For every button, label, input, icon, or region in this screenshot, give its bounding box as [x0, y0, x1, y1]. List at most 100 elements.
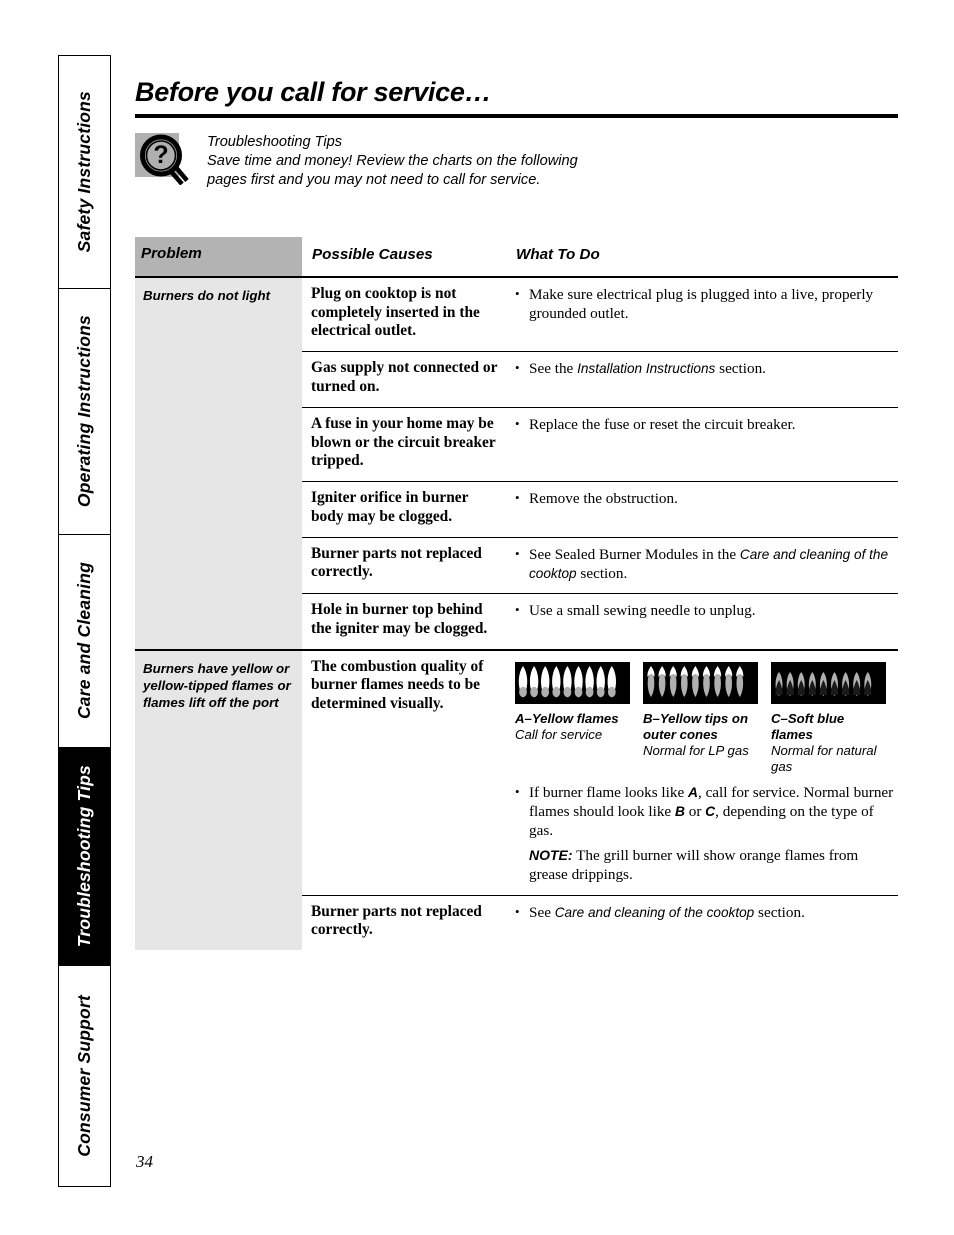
magnifier-question-icon: ? — [135, 132, 189, 185]
table-body: Burners do not light Plug on cooktop is n… — [135, 277, 898, 951]
note-text: The grill burner will show orange flames… — [529, 847, 859, 884]
bullet-icon: • — [515, 903, 520, 919]
section-tab-strip: Safety Instructions Operating Instruction… — [58, 55, 111, 1187]
problem-group: Burners have yellow or yellow-tipped fla… — [135, 650, 898, 951]
flame-letter-reference: A — [688, 784, 698, 800]
bullet-icon: • — [515, 415, 520, 431]
flame-letter-reference: C — [705, 804, 716, 820]
table-row: Gas supply not connected or turned on. • S… — [302, 351, 898, 407]
problem-cell: Burners have yellow or yellow-tipped fla… — [135, 650, 302, 951]
page-number: 34 — [136, 1152, 153, 1171]
column-header-possible-causes: Possible Causes — [312, 245, 433, 263]
sidebar-tab-label: Safety Instructions — [74, 91, 94, 253]
flame-figure-flame-b: B–Yellow tips on outer cones Normal for L… — [643, 661, 758, 775]
what-to-do-bullet: • Remove the obstruction. — [515, 489, 894, 508]
bullet-icon: • — [515, 601, 520, 617]
svg-text:?: ? — [153, 141, 168, 169]
possible-cause-cell: Burner parts not replaced correctly. — [302, 896, 515, 951]
note-indent-spacer — [515, 846, 529, 884]
flame-b-illustration — [643, 661, 758, 704]
bullet-icon: • — [515, 360, 520, 376]
sidebar-tab-label: Troubleshooting Tips — [74, 765, 94, 948]
possible-cause-cell: Burner parts not replaced correctly. — [302, 538, 515, 593]
table-row: Burner parts not replaced correctly. • See… — [302, 894, 898, 951]
table-header-row: Problem Possible Causes What To Do — [135, 236, 898, 278]
what-to-do-bullet: • See the Installation Instructions secti… — [515, 359, 894, 378]
problem-group: Burners do not light Plug on cooktop is n… — [135, 277, 898, 651]
note-callout: NOTE: The grill burner will show orange … — [515, 846, 894, 884]
what-to-do-text: See Sealed Burner Modules in the Care an… — [529, 545, 889, 582]
flame-caption-title: A–Yellow flames — [515, 710, 619, 726]
tips-line-2: Save time and money! Review the charts o… — [207, 153, 578, 170]
what-to-do-bullet: • See Sealed Burner Modules in the Care a… — [515, 545, 894, 583]
what-to-do-text: See Care and cleaning of the cooktop sec… — [529, 903, 805, 921]
what-to-do-text: Make sure electrical plug is plugged int… — [529, 285, 874, 322]
what-to-do-text: Use a small sewing needle to unplug. — [529, 601, 756, 619]
flame-caption-subtitle: Normal for LP gas — [643, 742, 749, 758]
table-row: Burner parts not replaced correctly. • See… — [302, 536, 898, 593]
possible-cause-text: Gas supply not connected or turned on. — [311, 359, 498, 395]
bullet-icon: • — [515, 285, 520, 301]
possible-cause-cell: Gas supply not connected or turned on. — [302, 352, 515, 407]
possible-cause-text: Burner parts not replaced correctly. — [311, 902, 482, 939]
what-to-do-bullet: • Replace the fuse or reset the circuit b… — [515, 415, 894, 434]
possible-cause-text: Igniter orifice in burner body may be cl… — [311, 489, 469, 525]
flame-caption-subtitle: Normal for natural gas — [771, 742, 877, 774]
flame-letter-reference: B — [674, 804, 685, 820]
sidebar-tab-label: Care and Cleaning — [74, 562, 94, 720]
what-to-do-text: Replace the fuse or reset the circuit br… — [529, 415, 796, 433]
table-row: Igniter orifice in burner body may be cl… — [302, 481, 898, 537]
possible-cause-text: A fuse in your home may be blown or the … — [311, 414, 496, 470]
sidebar-tab-label: Operating Instructions — [74, 315, 94, 508]
problem-label: Burners have yellow or yellow-tipped fla… — [143, 660, 291, 710]
bullet-icon: • — [515, 783, 520, 799]
troubleshooting-table: Problem Possible Causes What To Do Burne… — [135, 236, 898, 951]
possible-cause-cell: Hole in burner top behind the igniter ma… — [302, 594, 515, 649]
tips-line-1: Troubleshooting Tips — [207, 133, 343, 150]
flame-a-illustration — [515, 661, 630, 704]
flame-c-illustration — [771, 661, 886, 704]
reference-section-name: Installation Instructions — [577, 361, 716, 377]
note-label: NOTE: — [529, 847, 573, 864]
sidebar-tab-care-and-cleaning[interactable]: Care and Cleaning — [59, 535, 110, 748]
possible-cause-text: Plug on cooktop is not completely insert… — [311, 284, 480, 340]
what-to-do-bullet: • Use a small sewing needle to unplug. — [515, 601, 894, 620]
reference-section-name: Care and cleaning of the cooktop — [554, 904, 755, 920]
possible-cause-cell: The combustion quality of burner flames … — [302, 651, 515, 895]
problem-cell: Burners do not light — [135, 277, 302, 649]
what-to-do-bullet: • See Care and cleaning of the cooktop se… — [515, 903, 894, 922]
sidebar-tab-safety-instructions[interactable]: Safety Instructions — [59, 56, 110, 289]
reference-section-name: Care and cleaning of the cooktop — [529, 546, 889, 581]
problem-label: Burners do not light — [143, 287, 271, 303]
possible-cause-cell: Igniter orifice in burner body may be cl… — [302, 482, 515, 537]
page-title: Before you call for service… — [135, 77, 492, 107]
table-row: The combustion quality of burner flames … — [302, 651, 898, 895]
flame-caption-subtitle: Call for service — [515, 726, 603, 742]
sidebar-tab-operating-instructions[interactable]: Operating Instructions — [59, 288, 110, 536]
flame-comparison-figures: A–Yellow flames Call for service B–Yellow … — [515, 661, 894, 775]
flame-caption-title: C–Soft blue flames — [771, 710, 845, 742]
possible-cause-cell: A fuse in your home may be blown or the … — [302, 408, 515, 481]
column-header-what-to-do: What To Do — [516, 245, 600, 263]
possible-cause-cell: Plug on cooktop is not completely insert… — [302, 278, 515, 351]
what-to-do-text: If burner flame looks like A, call for s… — [529, 783, 894, 840]
possible-cause-text: Burner parts not replaced correctly. — [311, 544, 482, 581]
sidebar-tab-label: Consumer Support — [74, 995, 94, 1158]
sidebar-tab-consumer-support[interactable]: Consumer Support — [59, 966, 110, 1186]
sidebar-tab-troubleshooting-tips[interactable]: Troubleshooting Tips — [59, 747, 110, 967]
what-to-do-text: Remove the obstruction. — [529, 490, 678, 508]
what-to-do-bullet: • If burner flame looks like A, call for … — [515, 783, 894, 840]
page-content: Before you call for service… ? Troublesh… — [135, 55, 900, 951]
column-header-problem: Problem — [141, 244, 202, 262]
possible-cause-text: The combustion quality of burner flames … — [311, 657, 484, 713]
tips-line-3: pages first and you may not need to call… — [207, 172, 541, 189]
bullet-icon: • — [515, 545, 520, 561]
title-divider — [135, 114, 898, 118]
flame-figure-flame-c: C–Soft blue flames Normal for natural gas — [771, 661, 886, 775]
flame-caption-title: B–Yellow tips on outer cones — [643, 710, 749, 742]
troubleshooting-tips-callout: ? Troubleshooting Tips Save time and mon… — [135, 132, 900, 205]
table-row: A fuse in your home may be blown or the … — [302, 406, 898, 481]
bullet-icon: • — [515, 490, 520, 506]
possible-cause-text: Hole in burner top behind the igniter ma… — [311, 600, 488, 637]
table-row: Hole in burner top behind the igniter ma… — [302, 592, 898, 649]
